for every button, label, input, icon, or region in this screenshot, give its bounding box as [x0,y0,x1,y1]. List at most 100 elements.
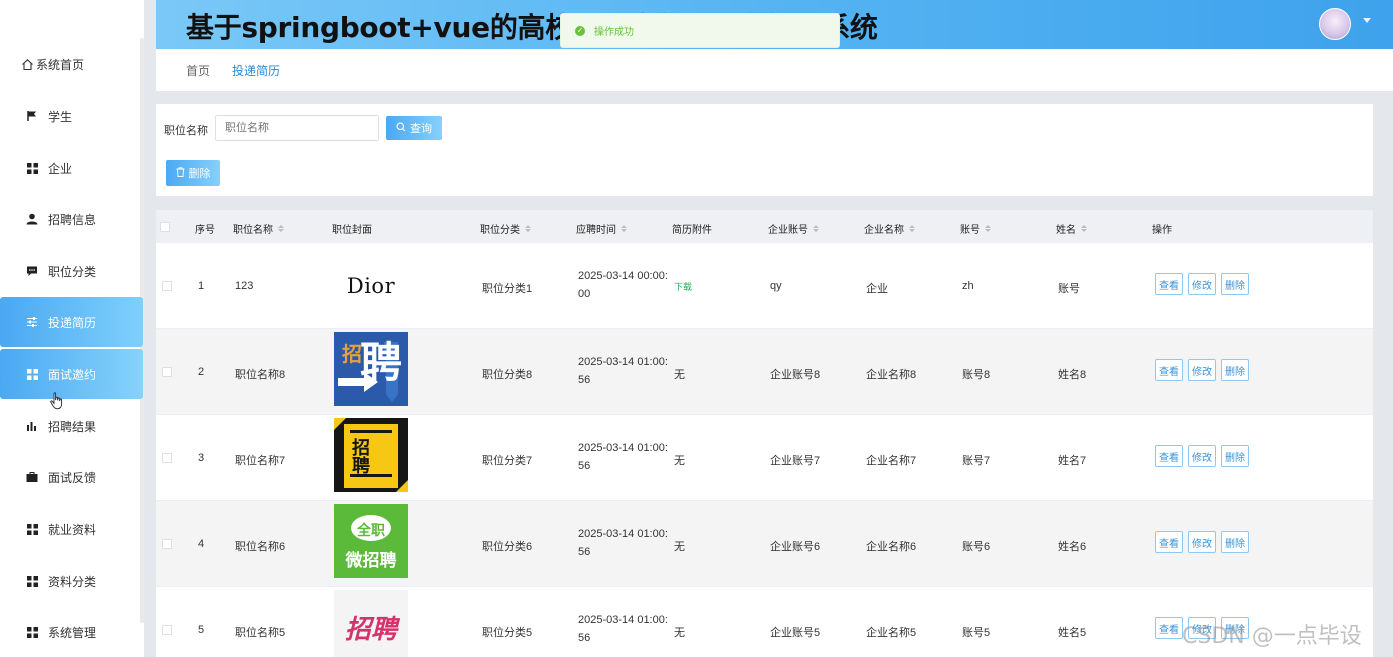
edit-button[interactable]: 修改 [1188,359,1216,381]
sidebar-item-company[interactable]: 企业 [0,143,143,193]
sidebar-item-job-category[interactable]: 职位分类 [0,246,143,296]
chevron-down-icon[interactable] [1363,18,1371,23]
sort-icon [813,225,819,232]
sort-icon [278,225,284,232]
edit-button[interactable]: 修改 [1188,273,1216,295]
sidebar-item-data-category[interactable]: 资料分类 [0,556,143,606]
resume-table: 序号 职位名称 职位封面 职位分类 应聘时间 简历附件 企业账号 企业名称 账号… [156,210,1373,657]
cover-text: 聘 [360,338,403,387]
sidebar-item-recruit-info[interactable]: 招聘信息 [0,194,143,244]
col-header: 简历附件 [672,225,712,236]
view-button[interactable]: 查看 [1155,531,1183,553]
select-all-checkbox[interactable] [160,222,170,232]
row-checkbox[interactable] [162,367,172,377]
delete-button[interactable]: 删除 [1221,359,1249,381]
cover-image: 招 聘 [334,332,408,406]
trash-icon [176,166,185,180]
sidebar-item-interview-feedback[interactable]: 面试反馈 [0,452,143,502]
breadcrumb-home[interactable]: 首页 [186,62,210,79]
view-button[interactable]: 查看 [1155,617,1183,639]
bar-chart-icon [25,419,39,433]
sidebar-item-system[interactable]: 系统管理 [0,607,143,657]
cell-time: 2025-03-14 01:00:56 [578,528,668,558]
user-icon [25,212,39,226]
row-checkbox[interactable] [162,539,172,549]
cell-company-name: 企业名称6 [866,541,917,553]
comment-icon [25,264,39,278]
col-header[interactable]: 企业名称 [864,221,915,236]
download-link[interactable]: 下载 [674,280,692,293]
row-checkbox[interactable] [162,625,172,635]
edit-button[interactable]: 修改 [1188,445,1216,467]
table-row: 3 职位名称7 招聘 职位分类7 2025-03-14 01:00:56 无 企… [156,415,1373,501]
cell-job-name: 职位名称8 [235,369,286,381]
col-header[interactable]: 应聘时间 [576,221,627,236]
cover-image: Dior [334,249,408,323]
cover-text: 招 [342,342,362,366]
col-header[interactable]: 账号 [960,221,991,236]
cover-image: 全职 微招聘 [334,504,408,578]
sidebar-item-recruit-result[interactable]: 招聘结果 [0,401,143,451]
cell-no: 2 [198,366,205,378]
cell-attachment: 无 [674,627,685,639]
sidebar-item-label: 系统管理 [48,625,97,640]
sliders-icon [25,315,39,329]
grid-icon [25,367,39,381]
cell-person: 姓名6 [1058,541,1087,553]
col-header[interactable]: 职位分类 [480,221,531,236]
delete-button[interactable]: 删除 [1221,445,1249,467]
cell-job-name: 职位名称6 [235,541,286,553]
sidebar-item-label: 系统首页 [36,57,85,72]
cover-text: 全职 [357,523,385,539]
grid-icon [25,522,39,536]
cell-job-name: 职位名称7 [235,455,286,467]
sidebar-item-resume[interactable]: 投递简历 [0,297,143,347]
cell-company-name: 企业名称8 [866,369,917,381]
cell-account: 账号5 [962,627,991,639]
avatar[interactable] [1319,8,1351,40]
cell-time: 2025-03-14 01:00:56 [578,356,668,386]
sidebar-item-employment-data[interactable]: 就业资料 [0,504,143,554]
col-header[interactable]: 职位名称 [233,221,284,236]
col-header[interactable]: 企业账号 [768,221,819,236]
table-row: 1 123 Dior 职位分类1 2025-03-14 00:00:00 下载 … [156,243,1373,329]
sidebar-item-student[interactable]: 学生 [0,91,143,141]
view-button[interactable]: 查看 [1155,359,1183,381]
view-button[interactable]: 查看 [1155,445,1183,467]
hand-cursor-icon [50,392,64,413]
cell-person: 姓名5 [1058,627,1087,639]
search-panel: 职位名称 查询 删除 [156,104,1373,196]
sidebar-item-home[interactable]: 系统首页 [0,39,143,89]
cell-company-account: 企业账号7 [770,455,821,467]
row-checkbox[interactable] [162,281,172,291]
home-icon [20,57,34,71]
sort-icon [909,225,915,232]
sidebar-item-interview-invite[interactable]: 面试邀约 [0,349,143,399]
batch-delete-button[interactable]: 删除 [166,160,220,186]
grid-icon [25,161,39,175]
col-header[interactable]: 姓名 [1056,221,1087,236]
sidebar-item-label: 学生 [48,109,73,124]
query-button[interactable]: 查询 [386,116,442,140]
sort-icon [621,225,627,232]
cell-category: 职位分类1 [482,283,533,295]
row-checkbox[interactable] [162,453,172,463]
search-input[interactable] [215,115,379,141]
cover-text: 招聘 [344,614,397,645]
briefcase-icon [25,470,39,484]
delete-button[interactable]: 删除 [1221,273,1249,295]
cell-person: 姓名8 [1058,369,1087,381]
delete-button[interactable]: 删除 [1221,531,1249,553]
sidebar-item-label: 资料分类 [48,574,97,589]
breadcrumb-current: 投递简历 [232,63,281,78]
cell-time: 2025-03-14 01:00:56 [578,442,668,472]
flag-icon [25,109,39,123]
col-header: 职位封面 [332,225,372,236]
edit-button[interactable]: 修改 [1188,531,1216,553]
cell-no: 1 [198,280,205,292]
cell-account: 账号7 [962,455,991,467]
view-button[interactable]: 查看 [1155,273,1183,295]
cover-text: 招聘 [349,438,370,474]
search-icon [396,122,406,135]
success-toast: ✓ 操作成功 [560,13,840,48]
